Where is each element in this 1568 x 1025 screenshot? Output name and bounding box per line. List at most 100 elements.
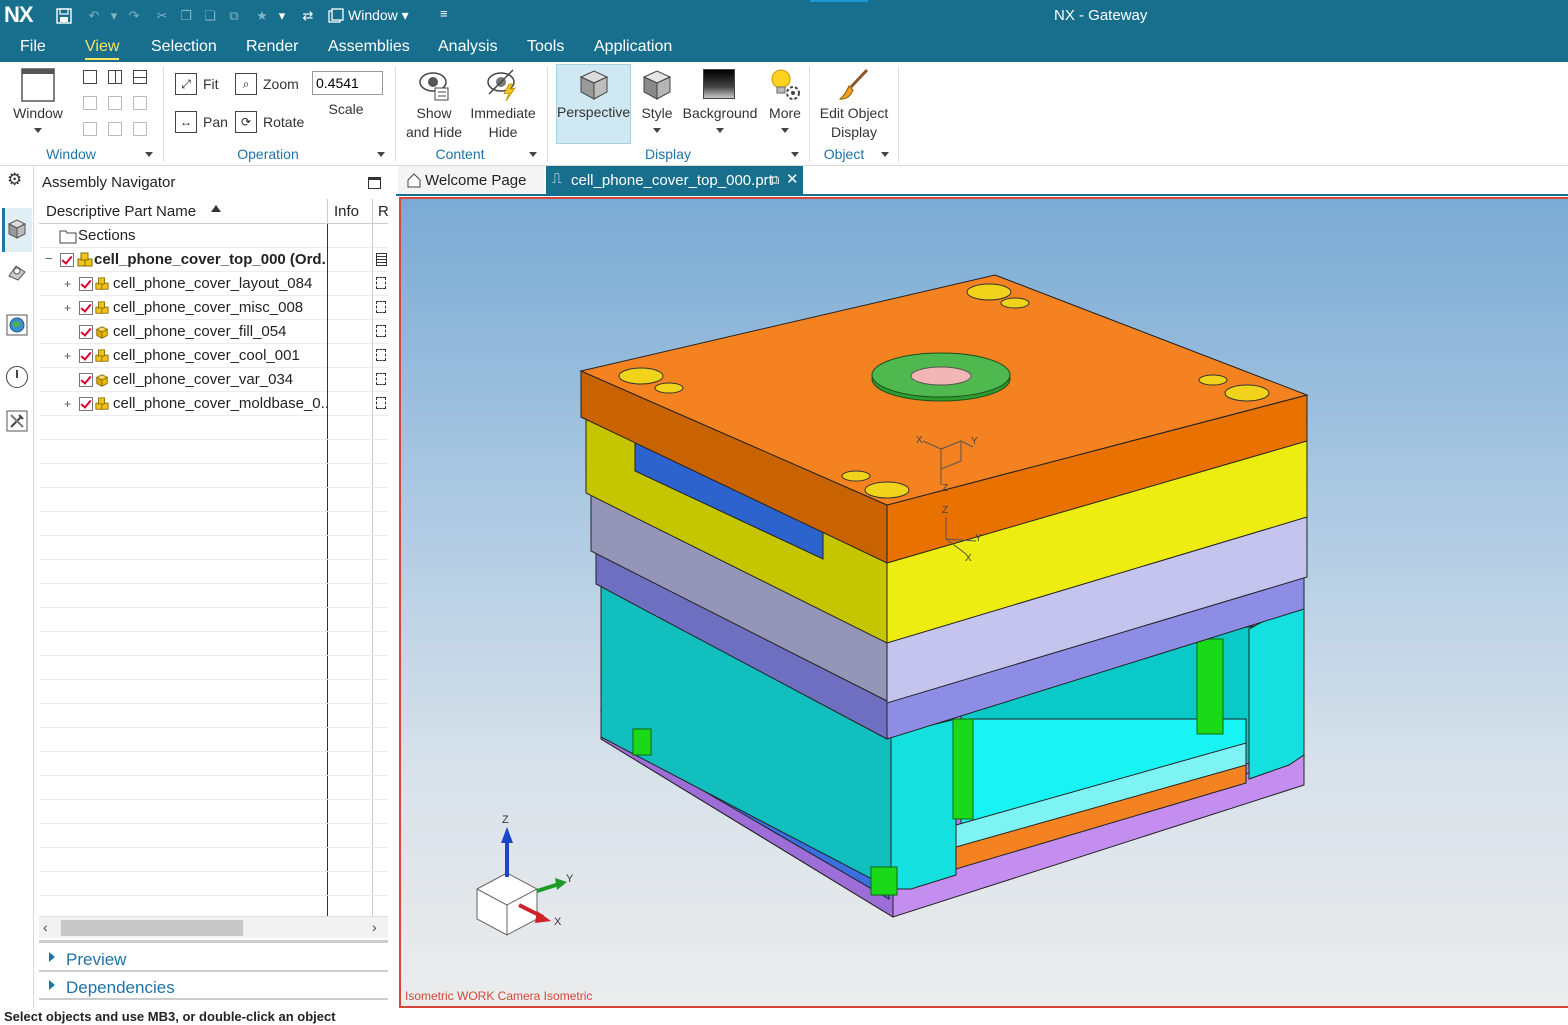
visibility-checkbox[interactable] [79,277,93,291]
history-clock-icon[interactable] [6,366,28,388]
show-hide-label-1: Show [416,105,452,121]
scroll-left-icon[interactable]: ‹ [43,919,48,935]
visibility-checkbox[interactable] [79,349,93,363]
content-group-expand-icon[interactable] [529,152,537,157]
part-name: cell_phone_cover_moldbase_0... [113,395,328,412]
layout-single-icon[interactable] [83,70,97,84]
expand-icon[interactable]: + [64,397,71,411]
paste-icon[interactable]: ❏ [200,6,220,26]
dependencies-section[interactable]: Dependencies [39,974,388,1000]
switch-window-icon[interactable] [326,6,346,26]
menu-selection[interactable]: Selection [145,31,223,62]
repeat-command-icon[interactable]: ⧉ [224,6,244,26]
visibility-checkbox[interactable] [79,325,93,339]
navigator-title: Assembly Navigator [42,174,176,191]
object-group-expand-icon[interactable] [881,152,889,157]
layout-grid-b-icon [108,96,122,110]
expand-icon[interactable]: + [64,301,71,315]
folder-icon [59,230,77,244]
tree-row-child[interactable]: + cell_phone_cover_layout_084 [39,272,388,296]
scroll-right-icon[interactable]: › [372,919,377,935]
window-button-label: Window [13,105,63,121]
navigator-maximize-button[interactable] [368,177,381,189]
preview-section[interactable]: Preview [39,946,388,972]
window-button[interactable]: Window [8,66,68,142]
undock-tab-icon[interactable]: ⧉ [770,172,779,188]
window-group-expand-icon[interactable] [145,152,153,157]
csys-z-label: Z [942,483,949,494]
menu-assemblies[interactable]: Assemblies [322,31,416,62]
tree-row-child[interactable]: + cell_phone_cover_moldbase_0... [39,392,388,416]
perspective-toggle[interactable]: Perspective [556,64,631,144]
empty-row [39,608,388,632]
immediate-hide-button[interactable]: Immediate Hide [467,66,539,144]
copy-icon[interactable]: ❐ [176,6,196,26]
scale-input[interactable] [312,71,383,95]
tree-row-root[interactable]: − cell_phone_cover_top_000 (Ord... [39,248,388,272]
separator [547,66,548,162]
more-button[interactable]: More [764,66,806,144]
save-icon[interactable] [54,6,74,26]
favorite-star-icon[interactable]: ★ [252,6,272,26]
tab-part-file[interactable]: ⎍ cell_phone_cover_top_000.prt ⧉ ✕ [546,166,803,196]
visibility-checkbox[interactable] [79,301,93,315]
tree-row-child[interactable]: cell_phone_cover_fill_054 [39,320,388,344]
redo-icon[interactable]: ↷ [124,6,144,26]
pan-button[interactable]: ↔ Pan [175,110,230,134]
menu-application[interactable]: Application [588,31,678,62]
show-and-hide-button[interactable]: Show and Hide [403,66,465,144]
mold-assembly-model[interactable] [401,199,1568,1008]
mounting-hole [841,470,871,482]
tree-row-child[interactable]: + cell_phone_cover_cool_001 [39,344,388,368]
menu-view[interactable]: View [79,31,125,62]
column-divider [372,199,373,224]
visibility-checkbox[interactable] [60,253,74,267]
display-group-expand-icon[interactable] [791,152,799,157]
settings-gear-icon[interactable]: ⚙ [7,170,22,190]
visibility-checkbox[interactable] [79,373,93,387]
edit-object-display-button[interactable]: Edit Object Display [815,66,893,144]
menu-analysis[interactable]: Analysis [432,31,504,62]
empty-row [39,488,388,512]
edit-object-label-2: Display [831,124,877,140]
close-tab-icon[interactable]: ✕ [786,170,799,188]
web-browser-icon[interactable] [6,314,28,336]
collapse-icon[interactable]: − [45,251,53,266]
tree-row-child[interactable]: cell_phone_cover_var_034 [39,368,388,392]
horizontal-scrollbar[interactable]: ‹ › [39,916,388,938]
graphics-window[interactable]: Z Y X X Y Z Z Y X Isometric WORK Camera … [399,197,1568,1008]
expand-icon[interactable]: + [64,349,71,363]
part-navigator-icon[interactable] [6,260,28,282]
empty-row [39,872,388,896]
column-header-info[interactable]: Info [334,203,359,220]
fit-button[interactable]: ⤢ Fit [175,72,225,96]
cut-icon[interactable]: ✂ [152,6,172,26]
undo-icon[interactable]: ↶ [84,6,104,26]
menu-file[interactable]: File [14,31,52,62]
column-header-name[interactable]: Descriptive Part Name [39,199,327,223]
layout-two-vertical-icon[interactable] [108,70,122,84]
window-menu[interactable]: Window ▾ [348,7,409,24]
operation-group-expand-icon[interactable] [377,152,385,157]
tab-welcome-page[interactable]: Welcome Page [398,166,544,194]
menu-tools[interactable]: Tools [521,31,570,62]
touch-mode-icon[interactable]: ⇄ [298,6,318,26]
menu-render[interactable]: Render [240,31,304,62]
undo-dropdown-icon[interactable]: ▾ [104,6,124,26]
rotate-button[interactable]: ⟳ Rotate [235,110,310,134]
visibility-checkbox[interactable] [79,397,93,411]
expand-icon[interactable]: + [64,277,71,291]
part-icon [95,374,109,387]
style-button[interactable]: Style [636,66,678,144]
quick-access-customize-icon[interactable]: ≡ [440,6,448,21]
tree-row-child[interactable]: + cell_phone_cover_misc_008 [39,296,388,320]
layout-two-horizontal-icon[interactable] [133,70,147,84]
favorite-dropdown-icon[interactable]: ▾ [272,6,292,26]
column-header-name-label: Descriptive Part Name [46,203,197,220]
zoom-button[interactable]: ⌕ Zoom [235,72,305,96]
background-button[interactable]: Background [682,66,758,144]
column-header-r[interactable]: R [378,203,388,220]
system-materials-icon[interactable] [6,410,28,432]
scrollbar-thumb[interactable] [61,920,243,936]
tree-row-sections[interactable]: Sections [39,224,388,248]
